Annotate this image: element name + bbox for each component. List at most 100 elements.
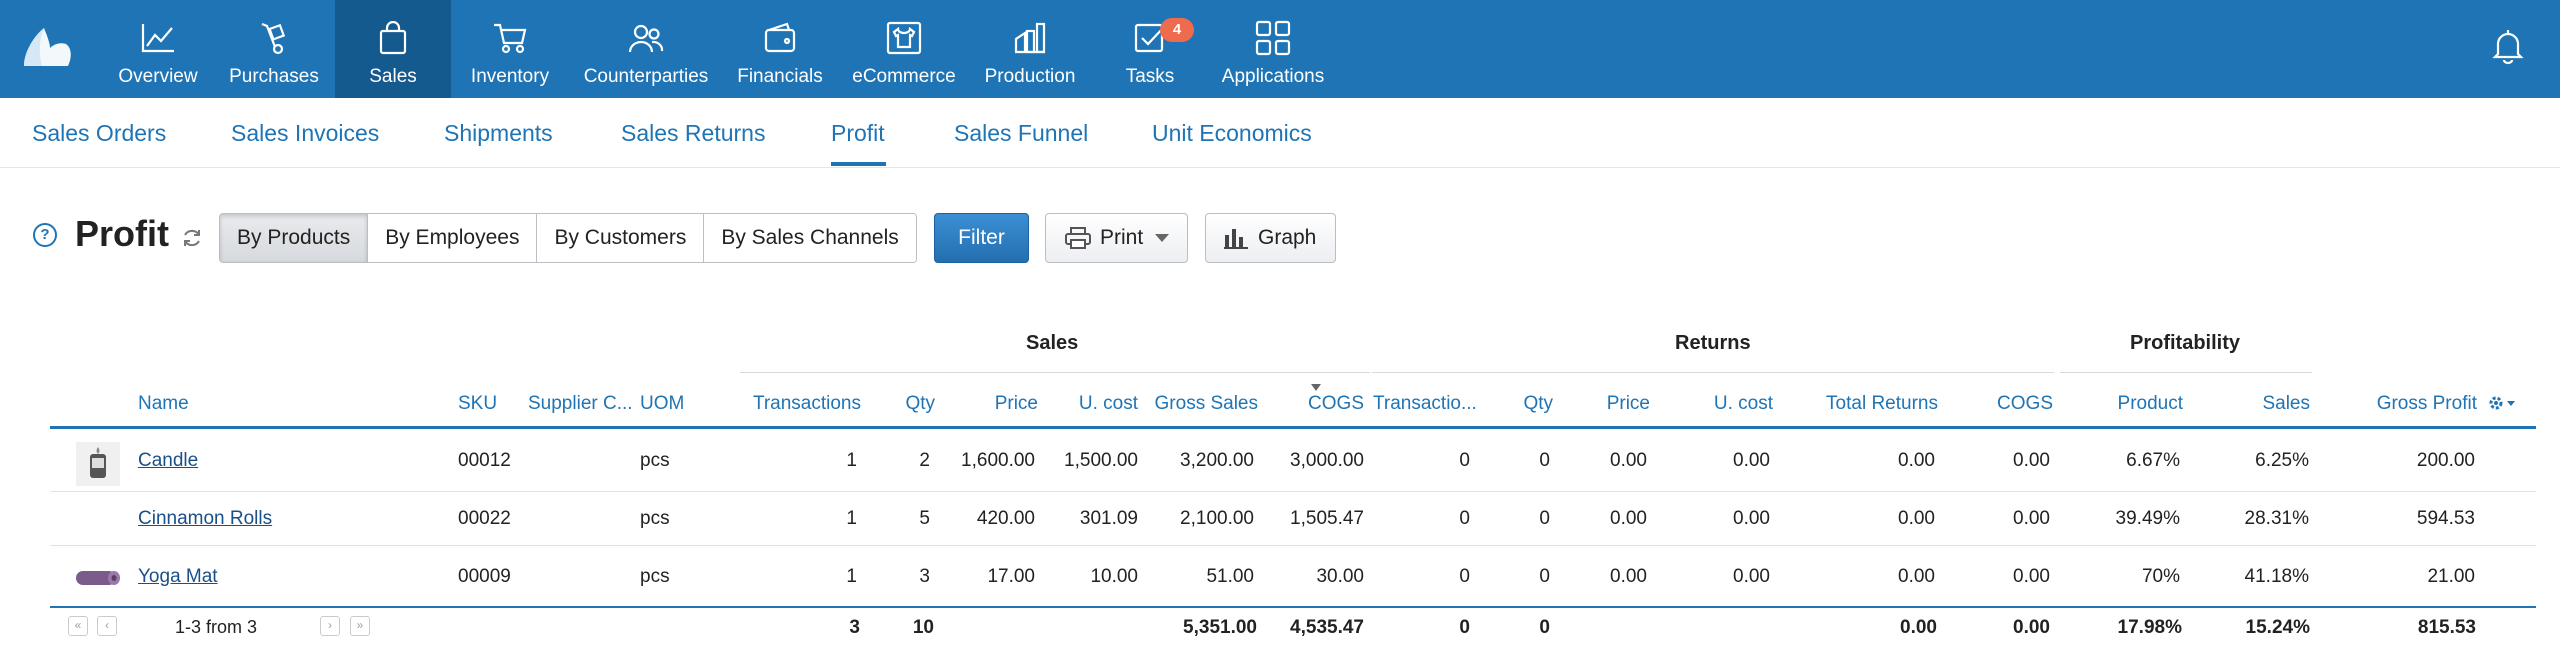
nav-production[interactable]: Production xyxy=(980,0,1080,98)
previous-page-button[interactable]: ‹ xyxy=(97,616,117,636)
returns-cogs-cell: 0.00 xyxy=(2013,566,2050,587)
first-page-button[interactable]: « xyxy=(68,616,88,636)
product-name-link[interactable]: Candle xyxy=(138,450,198,472)
total-gross-sales: 5,351.00 xyxy=(1183,617,1257,638)
group-header-profitability: Profitability xyxy=(2130,332,2241,354)
profitability-sales-cell: 6.25% xyxy=(2255,450,2309,471)
last-page-button[interactable]: » xyxy=(350,616,370,636)
nav-purchases[interactable]: Purchases xyxy=(224,0,324,98)
sales-unit-cost-cell: 10.00 xyxy=(1090,566,1138,587)
filter-button[interactable]: Filter xyxy=(934,213,1029,263)
product-name-link[interactable]: Yoga Mat xyxy=(138,566,218,588)
column-header-profitability-product[interactable]: Product xyxy=(2060,393,2183,415)
sales-price-cell: 1,600.00 xyxy=(961,450,1035,471)
total-returns-cogs: 0.00 xyxy=(2013,617,2050,638)
hand-truck-icon xyxy=(254,20,294,56)
column-header-total-returns[interactable]: Total Returns xyxy=(1780,393,1938,415)
sales-cogs-cell: 1,505.47 xyxy=(1290,508,1364,529)
column-header-supplier-code[interactable]: Supplier C... xyxy=(528,393,633,415)
tab-sales-invoices[interactable]: Sales Invoices xyxy=(231,120,379,147)
sku-cell: 00022 xyxy=(458,508,511,529)
product-name-link[interactable]: Cinnamon Rolls xyxy=(138,508,272,530)
by-employees-button[interactable]: By Employees xyxy=(368,214,538,262)
column-header-gross-profit[interactable]: Gross Profit xyxy=(2320,393,2477,415)
tab-profit[interactable]: Profit xyxy=(831,120,885,147)
sales-qty-cell: 2 xyxy=(919,450,930,471)
by-products-button[interactable]: By Products xyxy=(220,214,369,262)
print-button[interactable]: Print xyxy=(1045,213,1188,263)
nav-sales[interactable]: Sales xyxy=(335,0,451,98)
column-settings-gear-icon[interactable] xyxy=(2488,395,2518,411)
nav-tasks[interactable]: 4 Tasks xyxy=(1110,0,1194,98)
by-sales-channels-button[interactable]: By Sales Channels xyxy=(704,214,916,262)
pagination-label: 1-3 from 3 xyxy=(175,617,258,637)
notifications-bell-icon[interactable] xyxy=(2488,26,2528,66)
sales-cogs-cell: 3,000.00 xyxy=(1290,450,1364,471)
returns-price-cell: 0.00 xyxy=(1610,450,1647,471)
chevron-down-icon xyxy=(1155,234,1170,242)
sales-transactions-cell: 1 xyxy=(846,508,857,529)
profitability-product-cell: 6.67% xyxy=(2126,450,2180,471)
returns-transactions-cell: 0 xyxy=(1459,566,1470,587)
logo-icon[interactable] xyxy=(20,22,76,72)
gross-profit-cell: 21.00 xyxy=(2427,566,2475,587)
by-customers-button[interactable]: By Customers xyxy=(537,214,705,262)
shopping-bag-icon xyxy=(373,20,413,56)
apps-grid-icon xyxy=(1253,20,1293,56)
nav-inventory[interactable]: Inventory xyxy=(462,0,558,98)
column-header-returns-price[interactable]: Price xyxy=(1560,393,1650,415)
gross-sales-cell: 2,100.00 xyxy=(1180,508,1254,529)
column-header-sales-price[interactable]: Price xyxy=(930,393,1038,415)
gross-profit-cell: 200.00 xyxy=(2416,450,2475,471)
column-header-name[interactable]: Name xyxy=(138,393,189,415)
nav-applications[interactable]: Applications xyxy=(1212,0,1334,98)
tab-sales-funnel[interactable]: Sales Funnel xyxy=(954,120,1088,147)
yoga-mat-thumbnail[interactable] xyxy=(74,563,122,591)
column-header-sales-qty[interactable]: Qty xyxy=(850,393,935,415)
column-header-returns-cogs[interactable]: COGS xyxy=(1940,393,2053,415)
gross-sales-cell: 51.00 xyxy=(1206,566,1254,587)
column-header-returns-transactions[interactable]: Transactio... xyxy=(1373,393,1477,415)
active-tab-underline xyxy=(831,162,886,166)
graph-button[interactable]: Graph xyxy=(1205,213,1336,263)
total-returns-amount: 0.00 xyxy=(1900,617,1937,638)
column-header-profitability-sales[interactable]: Sales xyxy=(2190,393,2310,415)
refresh-icon[interactable] xyxy=(180,226,204,250)
bar-chart-icon xyxy=(1224,229,1248,249)
sales-transactions-cell: 1 xyxy=(846,566,857,587)
column-header-returns-qty[interactable]: Qty xyxy=(1470,393,1553,415)
total-returns-qty: 0 xyxy=(1539,617,1550,638)
wallet-icon xyxy=(760,20,800,56)
returns-qty-cell: 0 xyxy=(1539,508,1550,529)
uom-cell: pcs xyxy=(640,566,670,587)
tab-sales-orders[interactable]: Sales Orders xyxy=(32,120,166,147)
column-header-sku[interactable]: SKU xyxy=(458,393,497,415)
sales-transactions-cell: 1 xyxy=(846,450,857,471)
next-page-button[interactable]: › xyxy=(320,616,340,636)
column-header-sales-cogs[interactable]: COGS xyxy=(1260,393,1364,415)
sales-qty-cell: 5 xyxy=(919,508,930,529)
nav-financials[interactable]: Financials xyxy=(732,0,828,98)
column-header-returns-unit-cost[interactable]: U. cost xyxy=(1660,393,1773,415)
profitability-sales-cell: 28.31% xyxy=(2244,508,2309,529)
tab-sales-returns[interactable]: Sales Returns xyxy=(621,120,765,147)
tasks-badge: 4 xyxy=(1160,18,1194,42)
row-divider xyxy=(50,491,2536,492)
uom-cell: pcs xyxy=(640,508,670,529)
column-header-sales-transactions[interactable]: Transactions xyxy=(700,393,861,415)
total-returns-cell: 0.00 xyxy=(1898,508,1935,529)
nav-counterparties[interactable]: Counterparties xyxy=(576,0,716,98)
tab-unit-economics[interactable]: Unit Economics xyxy=(1152,120,1312,147)
column-header-uom[interactable]: UOM xyxy=(640,393,684,415)
sales-price-cell: 420.00 xyxy=(976,508,1035,529)
column-header-sales-unit-cost[interactable]: U. cost xyxy=(1040,393,1138,415)
candle-thumbnail[interactable] xyxy=(76,442,120,486)
shirt-icon xyxy=(884,20,924,56)
nav-overview[interactable]: Overview xyxy=(112,0,204,98)
help-icon[interactable]: ? xyxy=(33,223,57,247)
sales-cogs-cell: 30.00 xyxy=(1316,566,1364,587)
sales-qty-cell: 3 xyxy=(919,566,930,587)
nav-ecommerce[interactable]: eCommerce xyxy=(848,0,960,98)
tab-shipments[interactable]: Shipments xyxy=(444,120,553,147)
column-header-gross-sales[interactable]: Gross Sales xyxy=(1140,393,1258,415)
